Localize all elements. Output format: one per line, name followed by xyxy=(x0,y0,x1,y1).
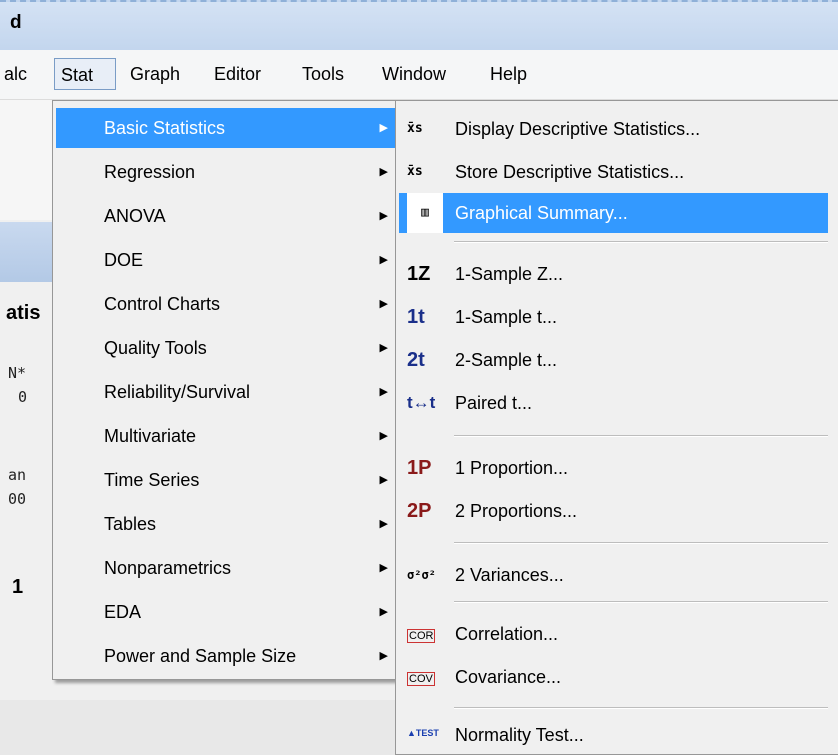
background-text: N* xyxy=(8,364,27,382)
menu-separator xyxy=(454,707,828,709)
submenu-arrow-icon: ▶ xyxy=(379,210,388,222)
two-t-icon: 2t xyxy=(407,349,425,371)
stat-menu-item-power-and-sample-size[interactable]: Power and Sample Size ▶ xyxy=(56,636,396,676)
title-bar: d xyxy=(0,0,838,50)
background-text: 00 xyxy=(8,490,27,508)
background-text: 0 xyxy=(18,388,28,406)
menu-calc[interactable]: alc xyxy=(4,58,27,90)
menu-item-covariance[interactable]: COV Covariance... xyxy=(399,657,828,697)
menu-graph[interactable]: Graph xyxy=(130,58,180,90)
menu-tools[interactable]: Tools xyxy=(302,58,344,90)
stat-menu-item-time-series[interactable]: Time Series ▶ xyxy=(56,460,396,500)
menu-separator xyxy=(454,542,828,544)
background-heading-fragment: atis xyxy=(6,302,41,324)
menu-stat[interactable]: Stat xyxy=(54,58,116,90)
submenu-arrow-icon: ▶ xyxy=(379,342,388,354)
stat-menu-item-anova[interactable]: ANOVA ▶ xyxy=(56,196,396,236)
menu-item-normality-test[interactable]: ▲TEST Normality Test... xyxy=(399,715,828,755)
basic-statistics-submenu: x̄s Display Descriptive Statistics... x̄… xyxy=(395,100,838,755)
stat-menu-item-nonparametrics[interactable]: Nonparametrics ▶ xyxy=(56,548,396,588)
stat-menu-item-tables[interactable]: Tables ▶ xyxy=(56,504,396,544)
menu-item-1-proportion[interactable]: 1P 1 Proportion... xyxy=(399,448,828,488)
stat-menu-item-doe[interactable]: DOE ▶ xyxy=(56,240,396,280)
menu-item-2-proportions[interactable]: 2P 2 Proportions... xyxy=(399,491,828,531)
stat-menu-item-regression[interactable]: Regression ▶ xyxy=(56,152,396,192)
menu-editor[interactable]: Editor xyxy=(214,58,261,90)
menu-item-1-sample-z[interactable]: 1Z 1-Sample Z... xyxy=(399,254,828,294)
menu-window[interactable]: Window xyxy=(382,58,446,90)
stat-menu-item-basic-statistics[interactable]: Basic Statistics ▶ xyxy=(56,108,396,148)
graphical-summary-icon: ▥ xyxy=(407,193,443,233)
covariance-icon: COV xyxy=(407,672,435,686)
submenu-arrow-icon: ▶ xyxy=(379,166,388,178)
normality-test-icon: ▲TEST xyxy=(407,728,439,738)
menu-item-2-sample-t[interactable]: 2t 2-Sample t... xyxy=(399,340,828,380)
menu-help[interactable]: Help xyxy=(490,58,527,90)
stat-menu: Basic Statistics ▶ Regression ▶ ANOVA ▶ … xyxy=(52,100,400,680)
menu-separator xyxy=(454,601,828,603)
submenu-arrow-icon: ▶ xyxy=(379,606,388,618)
menu-item-paired-t[interactable]: t↔t Paired t... xyxy=(399,383,828,423)
submenu-arrow-icon: ▶ xyxy=(379,386,388,398)
one-p-icon: 1P xyxy=(407,457,432,479)
stat-menu-item-control-charts[interactable]: Control Charts ▶ xyxy=(56,284,396,324)
submenu-arrow-icon: ▶ xyxy=(379,122,388,134)
two-p-icon: 2P xyxy=(407,500,432,522)
one-z-icon: 1Z xyxy=(407,263,431,285)
background-bottom-strip xyxy=(0,700,400,755)
menu-separator xyxy=(454,241,828,243)
submenu-arrow-icon: ▶ xyxy=(379,562,388,574)
correlation-icon: COR xyxy=(407,629,436,643)
submenu-arrow-icon: ▶ xyxy=(379,254,388,266)
menu-separator xyxy=(454,435,828,437)
submenu-arrow-icon: ▶ xyxy=(379,298,388,310)
paired-t-icon: t↔t xyxy=(407,393,436,412)
submenu-arrow-icon: ▶ xyxy=(379,518,388,530)
store-stats-icon: x̄s xyxy=(407,164,423,179)
background-toolbar xyxy=(0,100,60,220)
menu-item-correlation[interactable]: COR Correlation... xyxy=(399,614,828,654)
menu-item-1-sample-t[interactable]: 1t 1-Sample t... xyxy=(399,297,828,337)
menu-item-graphical-summary[interactable]: ▥ Graphical Summary... xyxy=(399,193,828,233)
variances-icon: σ²σ² xyxy=(407,568,436,582)
submenu-arrow-icon: ▶ xyxy=(379,650,388,662)
submenu-arrow-icon: ▶ xyxy=(379,430,388,442)
descriptive-stats-icon: x̄s xyxy=(407,121,423,136)
stat-menu-item-multivariate[interactable]: Multivariate ▶ xyxy=(56,416,396,456)
background-text: 1 xyxy=(12,576,24,598)
menu-bar: alc Stat Graph Editor Tools Window Help xyxy=(0,50,838,100)
menu-item-2-variances[interactable]: σ²σ² 2 Variances... xyxy=(399,555,828,595)
menu-item-store-descriptive-statistics[interactable]: x̄s Store Descriptive Statistics... xyxy=(399,152,828,192)
stat-menu-item-eda[interactable]: EDA ▶ xyxy=(56,592,396,632)
background-panel-header xyxy=(0,222,60,282)
window-title: d xyxy=(10,12,22,33)
stat-menu-item-quality-tools[interactable]: Quality Tools ▶ xyxy=(56,328,396,368)
one-t-icon: 1t xyxy=(407,306,425,328)
background-text: an xyxy=(8,466,27,484)
stat-menu-item-reliability-survival[interactable]: Reliability/Survival ▶ xyxy=(56,372,396,412)
menu-item-display-descriptive-statistics[interactable]: x̄s Display Descriptive Statistics... xyxy=(399,109,828,149)
submenu-arrow-icon: ▶ xyxy=(379,474,388,486)
